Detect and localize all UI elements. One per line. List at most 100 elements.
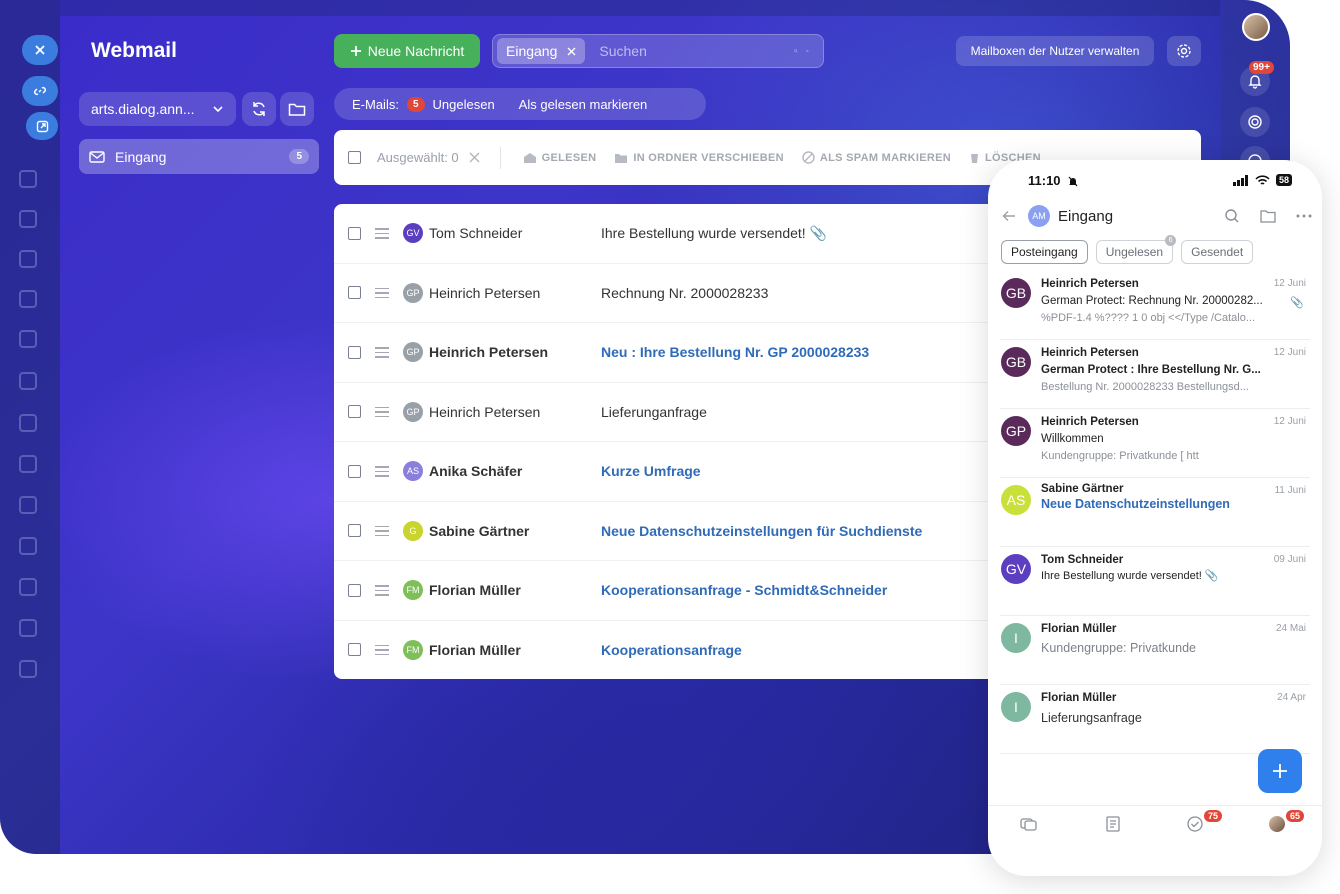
tab-posteingang[interactable]: Posteingang xyxy=(1001,240,1088,264)
unread-filter-button[interactable]: Ungelesen xyxy=(433,97,495,112)
subject-text: Kooperationsanfrage xyxy=(601,641,742,658)
bg-file-icon xyxy=(19,372,37,390)
sender-name: Heinrich Petersen xyxy=(1041,347,1139,359)
bg-doc-icon xyxy=(19,250,37,268)
mailbox-selector[interactable]: arts.dialog.ann... xyxy=(79,92,236,126)
folder-icon xyxy=(288,103,306,116)
message-subject: Lieferungsanfrage xyxy=(1041,711,1142,725)
new-message-button[interactable]: Neue Nachricht xyxy=(334,34,480,68)
bg-board-icon xyxy=(19,414,37,432)
close-icon xyxy=(35,45,45,55)
message-preview: Bestellung Nr. 2000028233 Bestellungsd..… xyxy=(1041,381,1249,393)
back-arrow-icon[interactable] xyxy=(1002,210,1016,222)
selected-count: Ausgewählt: 0 xyxy=(377,150,459,165)
refresh-button[interactable] xyxy=(242,92,276,126)
bg-chat-icon xyxy=(19,170,37,188)
profile-avatar[interactable] xyxy=(1269,816,1285,832)
close-icon[interactable] xyxy=(567,47,576,56)
spiral-icon xyxy=(1248,115,1262,129)
drag-handle-icon[interactable] xyxy=(375,347,389,358)
copy-link-button[interactable] xyxy=(22,76,58,106)
mute-bell-icon xyxy=(1068,176,1078,187)
selection-status: Ausgewählt: 0 xyxy=(377,150,480,165)
search-filter-tag[interactable]: Eingang xyxy=(497,38,586,64)
sender-avatar: AS xyxy=(403,461,423,482)
subject-text: Neu : Ihre Bestellung Nr. GP 2000028233 xyxy=(601,344,870,361)
manage-mailboxes-button[interactable]: Mailboxen der Nutzer verwalten xyxy=(956,36,1154,66)
folder-count-badge: 5 xyxy=(289,149,309,164)
search-icon[interactable] xyxy=(794,42,799,60)
search-icon[interactable] xyxy=(1224,208,1240,224)
row-checkbox[interactable] xyxy=(348,524,361,538)
list-item[interactable]: AS Sabine Gärtner 11 Juni Neue Datenschutze… xyxy=(1000,479,1310,547)
folder-button[interactable] xyxy=(280,92,314,126)
list-item[interactable]: GP Heinrich Petersen 12 Juni Willkommen Kund… xyxy=(1000,410,1310,478)
clear-search-icon[interactable] xyxy=(806,45,809,57)
row-checkbox[interactable] xyxy=(348,405,361,419)
row-checkbox[interactable] xyxy=(348,226,361,240)
message-date: 24 Apr xyxy=(1277,692,1306,703)
row-checkbox[interactable] xyxy=(348,464,361,478)
message-subject: German Protect: Rechnung Nr. 20000282... xyxy=(1041,295,1263,307)
attachment-icon: 📎 xyxy=(1290,297,1304,309)
unread-count-badge: 5 xyxy=(406,96,425,112)
drag-handle-icon[interactable] xyxy=(375,228,389,239)
sender-avatar: I xyxy=(1001,623,1031,653)
sender-name: Heinrich Petersen xyxy=(1041,278,1139,290)
link-icon xyxy=(33,86,47,96)
drag-handle-icon[interactable] xyxy=(375,525,389,536)
bg-drive-icon xyxy=(19,455,37,473)
attachment-icon: 📎 xyxy=(809,224,828,241)
sender-avatar: GP xyxy=(1001,416,1031,446)
select-all-checkbox[interactable] xyxy=(348,151,361,164)
tab-ungelesen[interactable]: Ungelesen 6 xyxy=(1095,235,1177,264)
list-item[interactable]: GB Heinrich Petersen 12 Juni German Protect… xyxy=(1000,341,1310,409)
external-link-icon xyxy=(36,120,48,132)
sender-name: Heinrich Petersen xyxy=(1041,416,1139,428)
drag-handle-icon[interactable] xyxy=(375,406,389,417)
message-date: 11 Juni xyxy=(1274,485,1306,496)
sender-name: Anika Schäfer xyxy=(429,463,523,480)
more-icon[interactable] xyxy=(1296,214,1312,218)
subject-text: Ihre Bestellung wurde versendet! xyxy=(601,224,806,241)
drag-handle-icon[interactable] xyxy=(375,644,389,655)
clear-selection-icon[interactable] xyxy=(469,152,480,163)
copilot-button[interactable] xyxy=(1240,107,1270,137)
mark-read-button[interactable]: GELESEN xyxy=(523,152,597,164)
feed-icon[interactable] xyxy=(1104,816,1122,832)
sender-avatar: GB xyxy=(1001,278,1031,308)
chat-icon[interactable] xyxy=(1020,816,1038,832)
user-avatar[interactable] xyxy=(1242,13,1270,41)
subject-text: Kooperationsanfrage - Schmidt&Schneider xyxy=(601,582,888,599)
open-external-button[interactable] xyxy=(26,112,58,140)
tab-label: Posteingang xyxy=(1011,245,1078,259)
mark-all-read-button[interactable]: Als gelesen markieren xyxy=(519,97,648,112)
row-checkbox[interactable] xyxy=(348,286,361,300)
tasks-icon[interactable] xyxy=(1186,816,1204,832)
list-item[interactable]: I Florian Müller 24 Apr Lieferungsanfrage xyxy=(1000,686,1310,754)
row-checkbox[interactable] xyxy=(348,643,361,657)
list-item[interactable]: I Florian Müller 24 Mai Kundengruppe: Priva… xyxy=(1000,617,1310,685)
screen: 99+ Webmail arts.dialog.ann... Eingang 5… xyxy=(0,0,1340,894)
row-checkbox[interactable] xyxy=(348,583,361,597)
mark-spam-button[interactable]: ALS SPAM MARKIEREN xyxy=(802,151,951,164)
folder-label: Eingang xyxy=(115,148,167,165)
message-date: 12 Juni xyxy=(1273,416,1306,427)
tab-label: Ungelesen xyxy=(1105,245,1164,259)
profile-badge: 65 xyxy=(1286,810,1305,822)
search-input[interactable] xyxy=(585,43,795,59)
folder-item-inbox[interactable]: Eingang 5 xyxy=(79,139,319,174)
move-to-folder-button[interactable]: IN ORDNER VERSCHIEBEN xyxy=(614,152,784,164)
close-button[interactable] xyxy=(22,35,58,65)
settings-button[interactable] xyxy=(1167,36,1201,66)
drag-handle-icon[interactable] xyxy=(375,466,389,477)
tab-gesendet[interactable]: Gesendet xyxy=(1181,240,1254,264)
list-item[interactable]: GV Tom Schneider 09 Juni Ihre Bestellung wu… xyxy=(1000,548,1310,616)
drag-handle-icon[interactable] xyxy=(375,287,389,298)
drag-handle-icon[interactable] xyxy=(375,585,389,596)
sender-name: Florian Müller xyxy=(1041,692,1117,704)
folder-icon[interactable] xyxy=(1260,209,1276,223)
list-item[interactable]: GB Heinrich Petersen 12 Juni German Protect… xyxy=(1000,272,1310,340)
row-checkbox[interactable] xyxy=(348,345,361,359)
compose-button[interactable] xyxy=(1258,749,1302,793)
